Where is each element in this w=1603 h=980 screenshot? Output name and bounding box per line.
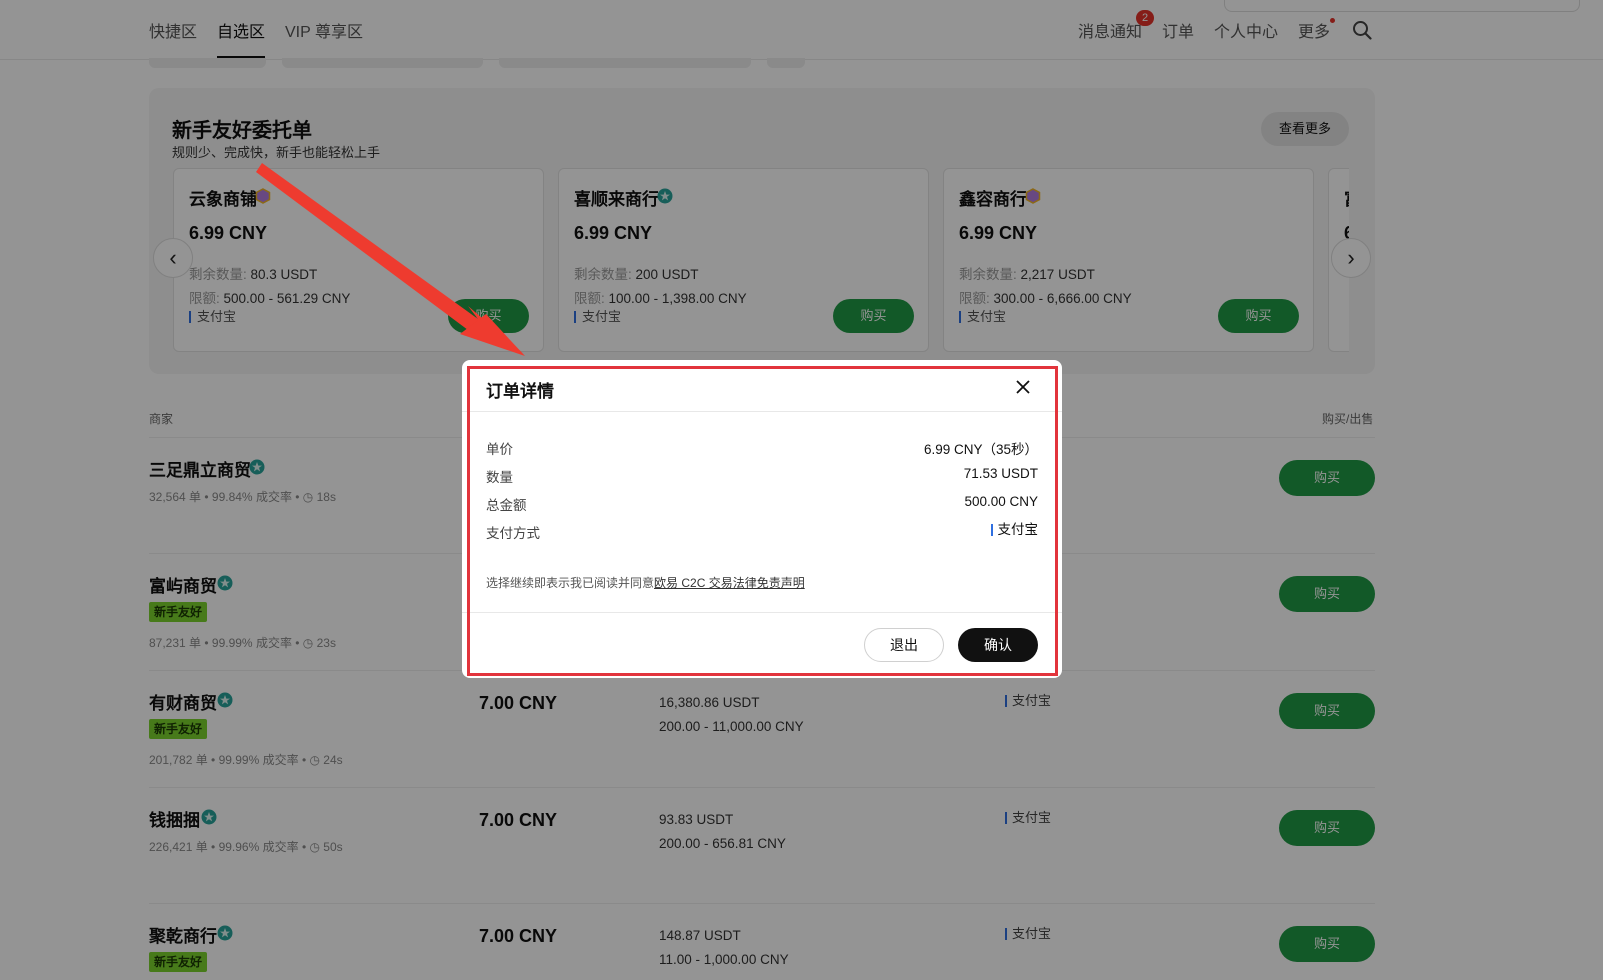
quantity-value: 71.53 USDT xyxy=(963,466,1038,481)
payment-method-value: 支付宝 xyxy=(990,523,1038,536)
payment-method-label: 支付方式 xyxy=(486,526,540,541)
modal-footer-divider xyxy=(462,612,1062,613)
confirm-button[interactable]: 确认 xyxy=(958,628,1038,662)
disclaimer-link[interactable]: 欧易 C2C 交易法律免责声明 xyxy=(654,576,805,590)
total-label: 总金额 xyxy=(486,498,527,513)
close-icon[interactable] xyxy=(1014,378,1032,396)
unit-price-value: 6.99 CNY（35秒） xyxy=(923,442,1038,457)
total-value: 500.00 CNY xyxy=(964,494,1038,509)
quantity-label: 数量 xyxy=(486,470,513,485)
order-detail-modal: 订单详情 单价 6.99 CNY（35秒） 数量 71.53 USDT 总金额 … xyxy=(462,360,1062,678)
unit-price-label: 单价 xyxy=(486,442,513,457)
agreement-text: 选择继续即表示我已阅读并同意 xyxy=(486,576,655,590)
modal-header-divider xyxy=(462,411,1062,412)
exit-button[interactable]: 退出 xyxy=(864,628,944,662)
modal-title: 订单详情 xyxy=(486,382,554,401)
agreement-notice: 选择继续即表示我已阅读并同意欧易 C2C 交易法律免责声明 xyxy=(486,574,805,591)
